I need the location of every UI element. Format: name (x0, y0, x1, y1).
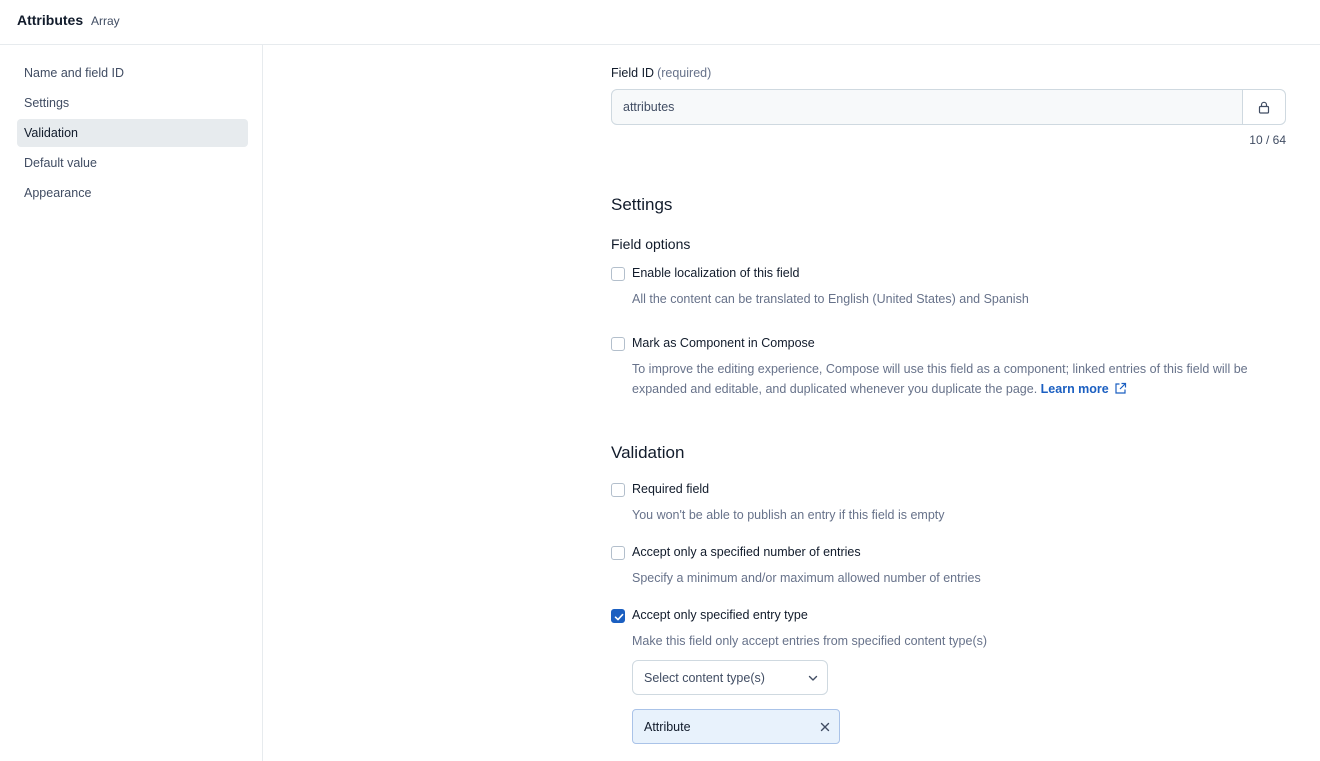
character-counter: 10 / 64 (1249, 133, 1286, 147)
close-icon[interactable] (819, 721, 831, 733)
field-id-label: Field ID (required) (611, 66, 712, 80)
required-field-help: You won't be able to publish an entry if… (632, 508, 945, 522)
sidebar-item-default-value[interactable]: Default value (17, 149, 248, 177)
field-id-value: attributes (623, 100, 675, 114)
learn-more-link[interactable]: Learn more (1041, 382, 1127, 396)
sidebar-item-appearance[interactable]: Appearance (17, 179, 248, 207)
top-header: Attributes Array (0, 0, 1320, 45)
field-options-heading: Field options (611, 236, 691, 252)
number-of-entries-label: Accept only a specified number of entrie… (632, 545, 861, 559)
sidebar: Name and field ID Settings Validation De… (0, 45, 263, 761)
entry-type-checkbox[interactable] (611, 609, 625, 623)
content-type-select[interactable]: Select content type(s) (632, 660, 828, 695)
number-of-entries-checkbox[interactable] (611, 546, 625, 560)
content-type-select-placeholder: Select content type(s) (644, 671, 765, 685)
number-of-entries-help: Specify a minimum and/or maximum allowed… (632, 571, 981, 585)
settings-heading: Settings (611, 195, 673, 214)
selected-content-type-pill: Attribute (632, 709, 840, 744)
compose-component-label: Mark as Component in Compose (632, 336, 815, 350)
compose-component-checkbox[interactable] (611, 337, 625, 351)
sidebar-item-settings[interactable]: Settings (17, 89, 248, 117)
chevron-down-icon (808, 675, 818, 681)
external-link-icon (1115, 382, 1126, 394)
field-id-input[interactable]: attributes (611, 89, 1286, 125)
field-type-label: Array (91, 14, 120, 28)
unlock-field-id-button[interactable] (1242, 90, 1285, 124)
compose-component-help: To improve the editing experience, Compo… (632, 362, 1248, 396)
localization-checkbox[interactable] (611, 267, 625, 281)
selected-content-type-label: Attribute (644, 720, 691, 734)
sidebar-item-validation[interactable]: Validation (17, 119, 248, 147)
entry-type-label: Accept only specified entry type (632, 608, 808, 622)
required-field-checkbox[interactable] (611, 483, 625, 497)
validation-heading: Validation (611, 443, 685, 462)
required-field-label: Required field (632, 482, 710, 496)
page-title: Attributes (17, 12, 84, 28)
sidebar-item-name-and-field-id[interactable]: Name and field ID (17, 59, 248, 87)
lock-icon (1258, 101, 1270, 114)
checkmark-icon (614, 613, 624, 621)
localization-label: Enable localization of this field (632, 266, 800, 280)
localization-help: All the content can be translated to Eng… (632, 292, 1029, 306)
entry-type-help: Make this field only accept entries from… (632, 634, 988, 648)
required-hint: (required) (657, 66, 712, 80)
